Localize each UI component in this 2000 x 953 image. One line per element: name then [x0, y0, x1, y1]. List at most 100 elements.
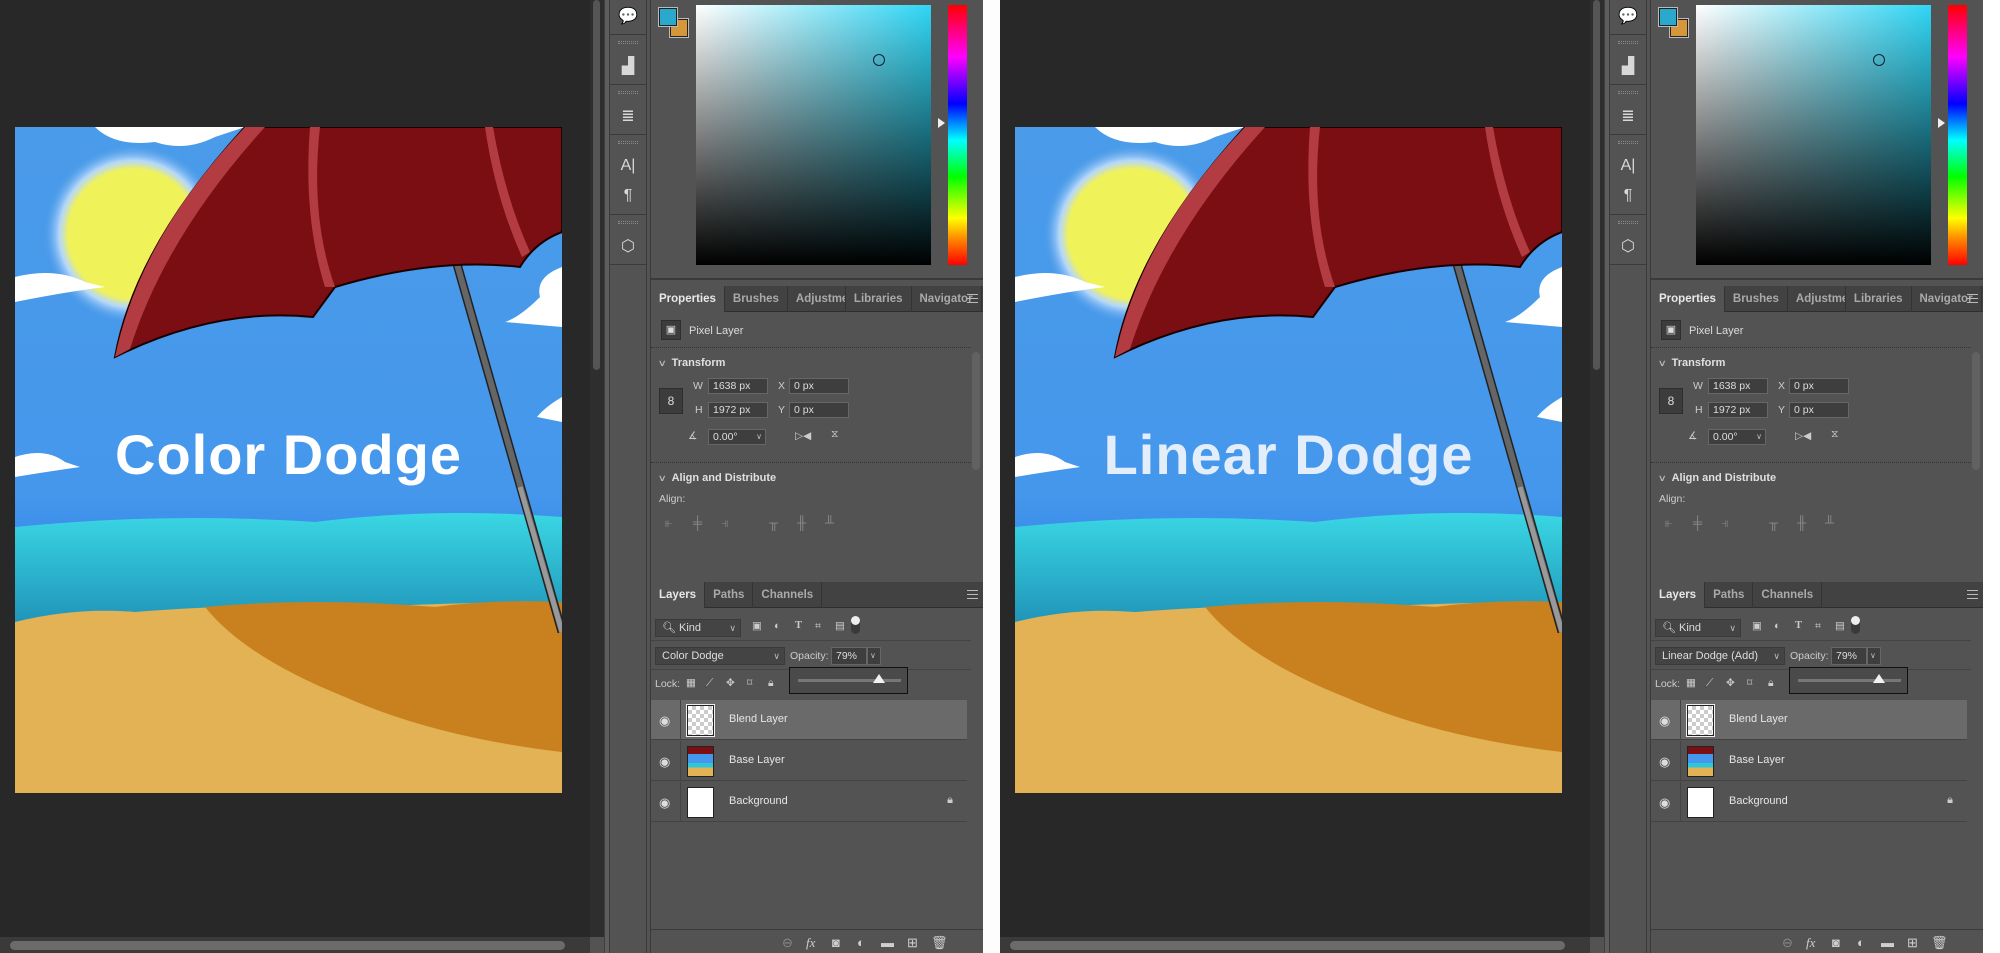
layer-name[interactable]: Blend Layer: [1729, 713, 1788, 725]
align-section-header[interactable]: ∨ Align and Distribute: [1658, 472, 1776, 484]
lock-image-pixels-icon[interactable]: ⟋: [706, 677, 713, 690]
visibility-eye-icon[interactable]: ◉: [1659, 754, 1673, 769]
filter-adjustment-icon[interactable]: ◐: [774, 620, 780, 632]
opacity-slider-popup[interactable]: [1789, 667, 1908, 694]
visibility-eye-icon[interactable]: ◉: [1659, 713, 1673, 728]
lock-transparent-pixels-icon[interactable]: ▦: [1686, 677, 1696, 689]
document-canvas[interactable]: Linear Dodge: [1015, 127, 1562, 793]
layer-thumbnail[interactable]: [687, 746, 714, 777]
new-group-icon[interactable]: ▬: [1881, 935, 1894, 950]
opacity-slider-track[interactable]: [798, 679, 901, 682]
properties-scrollbar[interactable]: [972, 352, 980, 470]
x-field[interactable]: 0 px: [1789, 378, 1849, 394]
layer-thumbnail[interactable]: [1687, 787, 1714, 818]
fx-icon[interactable]: fx: [1806, 935, 1815, 951]
filter-toggle[interactable]: [851, 616, 860, 634]
lock-all-icon[interactable]: 🔒︎: [1768, 677, 1774, 690]
tab-properties[interactable]: Properties: [1651, 286, 1725, 312]
y-field[interactable]: 0 px: [1789, 402, 1849, 418]
layer-thumbnail[interactable]: [687, 787, 714, 818]
opacity-field[interactable]: 79%: [1831, 647, 1867, 665]
tab-properties[interactable]: Properties: [651, 286, 725, 312]
delete-layer-icon[interactable]: 🗑︎: [1931, 935, 1948, 951]
visibility-eye-icon[interactable]: ◉: [659, 795, 673, 810]
horizontal-scrollbar[interactable]: [1000, 937, 1590, 953]
tab-channels[interactable]: Channels: [753, 582, 823, 608]
align-left-icon[interactable]: ⫦: [1665, 515, 1672, 531]
link-layers-icon[interactable]: ⊖: [782, 935, 793, 951]
adjustment-layer-icon[interactable]: ◐: [1857, 935, 1865, 950]
tab-libraries[interactable]: Libraries: [1846, 286, 1912, 312]
height-field[interactable]: 1972 px: [1708, 402, 1768, 418]
saturation-value-picker[interactable]: [696, 5, 931, 265]
character-icon[interactable]: A|: [1616, 156, 1640, 176]
saturation-value-picker[interactable]: [1696, 5, 1931, 265]
align-bottom-icon[interactable]: ╨: [1825, 515, 1834, 530]
properties-scrollbar[interactable]: [1972, 352, 1980, 470]
tab-libraries[interactable]: Libraries: [846, 286, 912, 312]
filter-pixel-icon[interactable]: ▣: [752, 620, 762, 632]
align-horizontal-center-icon[interactable]: ╪: [1693, 515, 1702, 530]
layer-thumbnail[interactable]: [1686, 704, 1715, 737]
width-field[interactable]: 1638 px: [708, 378, 768, 394]
align-section-header[interactable]: ∨ Align and Distribute: [658, 472, 776, 484]
lock-artboard-icon[interactable]: ⌑: [1747, 677, 1752, 689]
panel-menu-icon[interactable]: [967, 294, 978, 303]
flip-vertical-icon[interactable]: ⧖: [831, 428, 838, 441]
lock-image-pixels-icon[interactable]: ⟋: [1706, 677, 1713, 690]
y-field[interactable]: 0 px: [789, 402, 849, 418]
transform-section-header[interactable]: ∨ Transform: [658, 357, 726, 369]
width-field[interactable]: 1638 px: [1708, 378, 1768, 394]
tab-layers[interactable]: Layers: [1651, 582, 1706, 608]
color-picker-cursor[interactable]: [873, 54, 885, 66]
3d-icon[interactable]: ⬡: [616, 236, 640, 256]
filter-smart-object-icon[interactable]: ▤: [835, 620, 845, 632]
angle-field[interactable]: 0.00° ∨: [708, 429, 766, 445]
3d-icon[interactable]: ⬡: [1616, 236, 1640, 256]
panel-menu-icon[interactable]: [1967, 294, 1978, 303]
link-dimensions-icon[interactable]: 8: [1659, 388, 1683, 414]
tab-paths[interactable]: Paths: [705, 582, 754, 608]
tab-paths[interactable]: Paths: [1705, 582, 1754, 608]
foreground-color-swatch[interactable]: [1658, 7, 1678, 27]
layer-name[interactable]: Base Layer: [1729, 754, 1785, 766]
vertical-scrollbar[interactable]: [1590, 0, 1604, 937]
align-left-icon[interactable]: ⫦: [665, 515, 672, 531]
filter-type-icon[interactable]: T: [795, 620, 802, 631]
opacity-slider-track[interactable]: [1798, 679, 1901, 682]
opacity-field[interactable]: 79%: [831, 647, 867, 665]
new-group-icon[interactable]: ▬: [881, 935, 894, 950]
flip-horizontal-icon[interactable]: ▷◀: [1795, 430, 1811, 442]
vertical-scrollbar[interactable]: [590, 0, 604, 937]
angle-dropdown-icon[interactable]: ∨: [1756, 430, 1762, 444]
layer-row[interactable]: ◉ Background 🔒︎: [1651, 782, 1967, 822]
filter-kind-dropdown[interactable]: 🔍︎ Kind ∨: [1655, 619, 1741, 637]
layer-row[interactable]: ◉ Base Layer: [651, 741, 967, 781]
flip-vertical-icon[interactable]: ⧖: [1831, 428, 1838, 441]
filter-type-icon[interactable]: T: [1795, 620, 1802, 631]
layer-row[interactable]: ◉ Blend Layer: [1651, 700, 1967, 740]
character-icon[interactable]: A|: [616, 156, 640, 176]
layer-thumbnail[interactable]: [686, 704, 715, 737]
blend-mode-dropdown[interactable]: Linear Dodge (Add) ∨: [1655, 647, 1785, 665]
visibility-eye-icon[interactable]: ◉: [659, 713, 673, 728]
paragraph-icon[interactable]: ¶: [616, 186, 640, 206]
x-field[interactable]: 0 px: [789, 378, 849, 394]
layer-name[interactable]: Background: [1729, 795, 1788, 807]
lock-artboard-icon[interactable]: ⌑: [747, 677, 752, 689]
panel-menu-icon[interactable]: [967, 590, 978, 599]
filter-smart-object-icon[interactable]: ▤: [1835, 620, 1845, 632]
angle-dropdown-icon[interactable]: ∨: [756, 430, 762, 444]
color-picker-cursor[interactable]: [1873, 54, 1885, 66]
opacity-dropdown-button[interactable]: ∨: [867, 647, 881, 665]
hue-slider[interactable]: [948, 5, 967, 265]
brush-settings-icon[interactable]: ≣: [1616, 106, 1640, 126]
hue-slider-handle[interactable]: [1938, 118, 1945, 128]
lock-transparent-pixels-icon[interactable]: ▦: [686, 677, 696, 689]
brush-settings-icon[interactable]: ≣: [616, 106, 640, 126]
comments-icon[interactable]: 💬: [616, 6, 640, 26]
layer-row[interactable]: ◉ Background 🔒︎: [651, 782, 967, 822]
tab-adjustments[interactable]: Adjustme: [1788, 286, 1846, 312]
tab-adjustments[interactable]: Adjustme: [788, 286, 846, 312]
layer-lock-icon[interactable]: 🔒︎: [1947, 794, 1953, 807]
